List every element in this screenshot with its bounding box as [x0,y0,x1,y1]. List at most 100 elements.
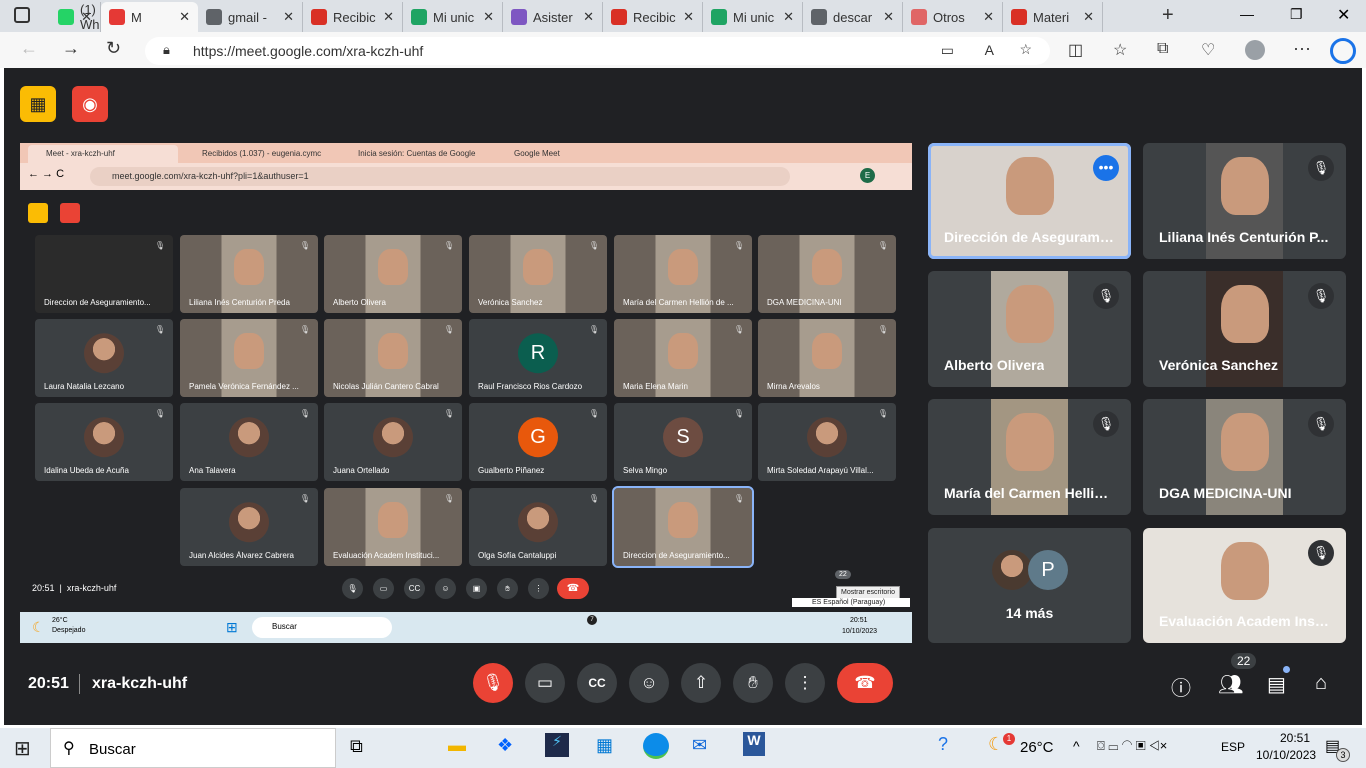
raise-hand-button[interactable]: ✋︎ [733,663,773,703]
favorites-icon[interactable]: ☆ [1113,40,1127,60]
file-explorer-icon[interactable]: ▬ [448,735,466,756]
mic-off-icon: 🎙︎ [1093,411,1119,437]
lock-icon: 🔒︎ [163,42,170,57]
browser-tab[interactable]: gmail - ✕ [198,2,303,32]
recording-off-icon[interactable]: ▦ [20,86,56,122]
activities-icon[interactable]: ⌂ [1315,672,1327,695]
favorite-star-icon[interactable]: ☆ [1019,41,1032,58]
record-icon[interactable]: ◉ [72,86,108,122]
browser-tab[interactable]: Materi ✕ [1003,2,1103,32]
mic-off-icon: 🎙︎ [588,409,599,418]
system-tray-icons[interactable]: ⌼ ▭ ◠ ▣ ◁× [1097,738,1167,754]
participant-tile[interactable]: P 14 más [928,528,1131,643]
help-icon[interactable]: ? [938,734,948,755]
emoji-button[interactable]: ☺ [629,663,669,703]
more-menu-icon[interactable]: ··· [1293,38,1311,59]
presented-screen: Meet - xra-kczh-uhf Recibidos (1.037) - e… [20,143,912,643]
mic-off-icon: 🎙︎ [299,409,310,418]
tab-label: Mi unic [733,9,775,25]
leave-call-button[interactable]: ☎ [837,663,893,703]
language-indicator[interactable]: ESP [1221,740,1245,754]
participant-name: DGA MEDICINA-UNI [1159,485,1292,501]
task-view-icon[interactable]: ⧉ [350,736,363,757]
browser-tab[interactable]: (1) Wh ✕ [50,2,101,32]
bing-icon[interactable] [1330,38,1356,64]
nested-meeting-info: 20:51 | xra-kczh-uhf [32,583,117,593]
participant-tile[interactable]: ••• Dirección de Asegurami... [928,143,1131,259]
tab-close-icon[interactable]: ✕ [81,9,92,25]
chat-icon[interactable]: ▤ [1267,672,1286,697]
show-hidden-icons[interactable]: ^ [1073,738,1080,754]
camera-icon[interactable]: ▭ [941,42,954,59]
tab-close-icon[interactable]: ✕ [983,9,994,25]
participant-tile[interactable]: 🎙︎ Alberto Olivera [928,271,1131,387]
more-options-button[interactable]: ⋮ [785,663,825,703]
captions-button[interactable]: CC [577,663,617,703]
browser-essentials-icon[interactable]: ♡ [1201,40,1215,60]
clock-date[interactable]: 10/10/2023 [1256,748,1316,762]
tab-close-icon[interactable]: ✕ [179,9,190,25]
mic-off-button[interactable]: 🎙︎ [473,663,513,703]
tab-close-icon[interactable]: ✕ [383,9,394,25]
tab-close-icon[interactable]: ✕ [883,9,894,25]
participant-tile: 🎙︎ DGA MEDICINA-UNI [758,235,896,313]
tab-actions-icon[interactable] [14,7,30,23]
tab-close-icon[interactable]: ✕ [483,9,494,25]
word-icon[interactable]: W [743,732,765,756]
taskbar-search-box[interactable]: ⚲ Buscar [50,728,336,768]
tab-close-icon[interactable]: ✕ [783,9,794,25]
tab-label: Recibic [633,9,676,25]
collections-icon[interactable]: ⧉ [1157,40,1168,58]
new-tab-button[interactable]: + [1162,4,1174,27]
participant-tile[interactable]: 🎙︎ Liliana Inés Centurión P... [1143,143,1346,259]
participant-tile[interactable]: 🎙︎ María del Carmen Hellió... [928,399,1131,515]
tab-close-icon[interactable]: ✕ [683,9,694,25]
tab-close-icon[interactable]: ✕ [583,9,594,25]
tab-close-icon[interactable]: ✕ [283,9,294,25]
browser-tab[interactable]: Recibic ✕ [603,2,703,32]
nested-recording-icon [28,203,48,223]
back-button[interactable]: ← [20,38,38,59]
split-screen-icon[interactable]: ◫ [1068,40,1083,60]
edge-icon[interactable] [643,733,669,759]
participant-video [234,249,264,285]
restore-button[interactable]: ❐ [1290,6,1303,23]
people-icon[interactable]: 👥︎ [1218,672,1243,697]
minimize-button[interactable]: — [1240,6,1254,22]
close-window-button[interactable]: ✕ [1337,5,1350,25]
more-participants-label[interactable]: 14 más [928,605,1131,621]
weather-icon[interactable]: ☾ [988,734,1004,755]
clock-time[interactable]: 20:51 [1265,731,1325,745]
dropbox-icon[interactable]: ❖ [497,735,513,756]
browser-tab[interactable]: descar ✕ [803,2,903,32]
powershell-icon[interactable]: ⚡︎ [545,733,569,757]
present-button[interactable]: ⇧ [681,663,721,703]
profile-avatar[interactable] [1245,40,1265,60]
search-icon: ⚲ [63,740,75,757]
browser-tab[interactable]: Otros ✕ [903,2,1003,32]
store-icon[interactable]: ▦ [596,735,613,756]
participant-tile[interactable]: 🎙︎ Verónica Sanchez [1143,271,1346,387]
participant-name: Gualberto Piñanez [478,466,545,475]
participant-tile[interactable]: 🎙︎ Evaluación Academ Inst... [1143,528,1346,643]
participant-avatar: S [663,417,703,458]
browser-tab[interactable]: Mi unic ✕ [703,2,803,32]
mail-icon[interactable]: ✉ [692,735,707,756]
url-bar[interactable]: 🔒︎ https://meet.google.com/xra-kczh-uhf … [145,37,1050,65]
refresh-button[interactable]: ↻ [106,38,121,59]
browser-tab-bar: (1) Wh ✕ M ✕ gmail - ✕ Recibic ✕ Mi unic ✕ Asister… [0,0,1366,32]
participant-name: Raul Francisco Rios Cardozo [478,382,583,391]
participant-video [1006,285,1054,343]
browser-tab[interactable]: M ✕ [101,2,198,32]
forward-button[interactable]: → [62,38,80,59]
start-button[interactable]: ⊞ [14,736,31,761]
browser-tab[interactable]: Recibic ✕ [303,2,403,32]
more-options-icon[interactable]: ••• [1093,155,1119,181]
camera-button[interactable]: ▭ [525,663,565,703]
browser-tab[interactable]: Asister ✕ [503,2,603,32]
browser-tab[interactable]: Mi unic ✕ [403,2,503,32]
meeting-info-icon[interactable]: ⓘ [1171,672,1191,701]
read-aloud-icon[interactable]: A [985,42,994,58]
participant-tile[interactable]: 🎙︎ DGA MEDICINA-UNI [1143,399,1346,515]
tab-close-icon[interactable]: ✕ [1083,9,1094,25]
